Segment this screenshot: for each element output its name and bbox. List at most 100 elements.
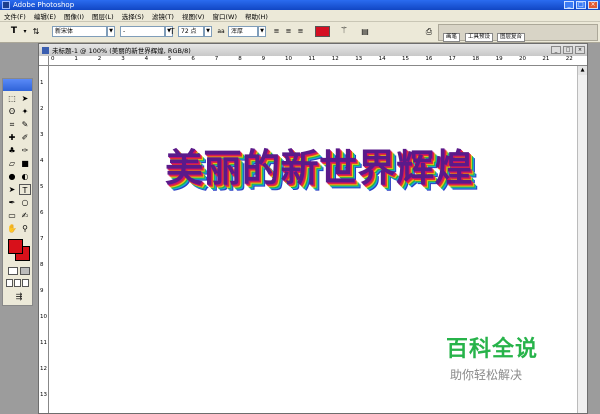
tools-palette-header[interactable] — [3, 79, 32, 91]
ruler-left-tick: 6 — [40, 210, 44, 216]
vertical-ruler[interactable]: 1 2 3 4 5 6 7 8 9 10 11 12 13 — [39, 66, 49, 413]
menu-select[interactable]: 选择(S) — [118, 11, 148, 21]
ruler-left-tick: 3 — [40, 132, 44, 138]
ruler-left-tick: 1 — [40, 80, 44, 86]
shape-tool-icon[interactable]: ○ — [19, 197, 31, 208]
menu-help[interactable]: 帮助(H) — [241, 11, 272, 21]
align-left-icon[interactable]: ≡ — [272, 26, 281, 37]
ruler-top-tick: 1 — [74, 56, 78, 62]
brush-tool-icon[interactable]: ✐ — [19, 132, 31, 143]
document-maximize-button[interactable]: □ — [563, 46, 573, 54]
type-tool-icon[interactable]: T — [19, 184, 31, 195]
ruler-left-tick: 10 — [40, 314, 47, 320]
app-title-bar: Adobe Photoshop _ □ × — [0, 0, 600, 10]
document-close-button[interactable]: × — [575, 46, 585, 54]
ruler-top-tick: 11 — [308, 56, 316, 62]
options-bar: T ▾ ⇅ 新宋体 ▼ - ▼ Ꭲ 72 点 ▼ aa 浑厚 ▼ ≡ ≡ ≡ ⚚… — [0, 22, 600, 43]
eyedropper-tool-icon[interactable]: ✍ — [19, 210, 31, 221]
screen-mode-standard-button[interactable] — [6, 279, 13, 287]
document-minimize-button[interactable]: _ — [551, 46, 561, 54]
ruler-top-tick: 3 — [121, 56, 125, 62]
pen-tool-icon[interactable]: ✒ — [6, 197, 18, 208]
ruler-top-tick: 6 — [191, 56, 195, 62]
align-center-icon[interactable]: ≡ — [284, 26, 293, 37]
magic-wand-tool-icon[interactable]: ✦ — [19, 106, 31, 117]
scroll-up-icon[interactable]: ▲ — [578, 66, 587, 75]
text-orientation-icon[interactable]: ⇅ — [31, 26, 41, 37]
notes-tool-icon[interactable]: ▭ — [6, 210, 18, 221]
ruler-top-tick: 20 — [519, 56, 526, 62]
horizontal-ruler[interactable]: 0 1 2 3 4 5 6 7 8 9 10 11 12 13 14 15 16 17 18 19 20 21 22 — [49, 56, 587, 66]
foreground-color-swatch[interactable] — [8, 239, 23, 254]
align-right-icon[interactable]: ≡ — [296, 26, 305, 37]
ruler-top-tick: 13 — [355, 56, 363, 62]
tab-layer-comps[interactable]: 图层复合 — [497, 33, 526, 42]
blur-tool-icon[interactable]: ● — [6, 171, 18, 182]
history-brush-tool-icon[interactable]: ✑ — [19, 145, 31, 156]
ruler-left-tick: 9 — [40, 288, 44, 294]
ruler-top-tick: 9 — [261, 56, 266, 62]
palette-well-icon[interactable]: ⎙ — [424, 26, 434, 37]
document-icon — [42, 46, 49, 54]
warp-text-icon[interactable]: ⚚ — [339, 26, 349, 37]
eraser-tool-icon[interactable]: ▱ — [6, 158, 18, 169]
edit-in-imageready-icon[interactable]: ⇶ — [11, 291, 27, 302]
menu-filter[interactable]: 滤镜(T) — [148, 11, 178, 21]
window-controls: _ □ × — [564, 1, 598, 9]
screen-mode-full-menu-button[interactable] — [14, 279, 21, 287]
app-title: Adobe Photoshop — [13, 1, 75, 9]
canvas-rainbow-text: 美丽的新世界辉煌 — [164, 145, 473, 190]
ruler-top-tick: 2 — [97, 56, 102, 62]
menu-window[interactable]: 窗口(W) — [208, 11, 241, 21]
antialias-dropdown-icon[interactable]: ▼ — [258, 26, 266, 37]
tool-preset-dropdown-icon[interactable]: ▾ — [22, 26, 28, 37]
standard-mode-button[interactable] — [8, 267, 18, 275]
antialias-select[interactable]: 浑厚 — [228, 26, 258, 37]
menu-view[interactable]: 视图(V) — [178, 11, 209, 21]
menu-layer[interactable]: 图层(L) — [88, 11, 118, 21]
character-palette-icon[interactable]: ▤ — [360, 26, 370, 37]
tab-tool-presets[interactable]: 工具预设 — [465, 33, 494, 42]
ruler-left-tick: 2 — [40, 106, 44, 112]
ruler-left-tick: 5 — [40, 184, 44, 190]
ruler-top-tick: 17 — [448, 56, 456, 62]
ruler-top-tick: 0 — [51, 56, 55, 62]
screen-mode-full-button[interactable] — [22, 279, 29, 287]
ruler-top-tick: 4 — [144, 56, 149, 62]
document-title-bar[interactable]: 未标题-1 @ 100% (美丽的新世界辉煌, RGB/8) _ □ × — [39, 44, 587, 56]
ruler-origin[interactable] — [39, 56, 49, 66]
type-tool-preset-icon[interactable]: T — [8, 26, 20, 37]
zoom-tool-icon[interactable]: ⚲ — [19, 223, 31, 234]
slice-tool-icon[interactable]: ✎ — [19, 119, 31, 130]
hand-tool-icon[interactable]: ✋ — [6, 223, 18, 234]
move-tool-icon[interactable]: ➤ — [19, 93, 31, 104]
tab-brushes[interactable]: 画笔 — [443, 33, 461, 42]
menu-image[interactable]: 图像(I) — [60, 11, 88, 21]
menu-edit[interactable]: 编辑(E) — [30, 11, 60, 21]
font-size-input[interactable]: 72 点 — [178, 26, 204, 37]
font-size-dropdown-icon[interactable]: ▼ — [204, 26, 212, 37]
close-button[interactable]: × — [588, 1, 598, 9]
gradient-tool-icon[interactable]: ■ — [19, 158, 31, 169]
marquee-tool-icon[interactable]: ⬚ — [6, 93, 18, 104]
font-family-select[interactable]: 新宋体 — [52, 26, 107, 37]
quick-mask-button[interactable] — [20, 267, 30, 275]
healing-brush-tool-icon[interactable]: ✚ — [6, 132, 18, 143]
ruler-top-tick: 18 — [472, 56, 480, 62]
minimize-button[interactable]: _ — [564, 1, 574, 9]
ruler-top-tick: 15 — [402, 56, 409, 62]
clone-stamp-tool-icon[interactable]: ♣ — [6, 145, 18, 156]
lasso-tool-icon[interactable]: ʘ — [6, 106, 18, 117]
crop-tool-icon[interactable]: ⌗ — [6, 119, 18, 130]
vertical-scrollbar[interactable]: ▲ — [577, 66, 587, 413]
font-style-select[interactable]: - — [120, 26, 165, 37]
dodge-tool-icon[interactable]: ◐ — [19, 171, 31, 182]
ruler-left-tick: 7 — [40, 236, 44, 242]
maximize-button[interactable]: □ — [576, 1, 586, 9]
menu-file[interactable]: 文件(F) — [0, 11, 30, 21]
ruler-top-tick: 5 — [168, 56, 172, 62]
ruler-top-tick: 7 — [214, 56, 219, 62]
path-selection-tool-icon[interactable]: ➤ — [6, 184, 18, 195]
font-family-dropdown-icon[interactable]: ▼ — [107, 26, 115, 37]
text-color-swatch[interactable] — [315, 26, 330, 37]
